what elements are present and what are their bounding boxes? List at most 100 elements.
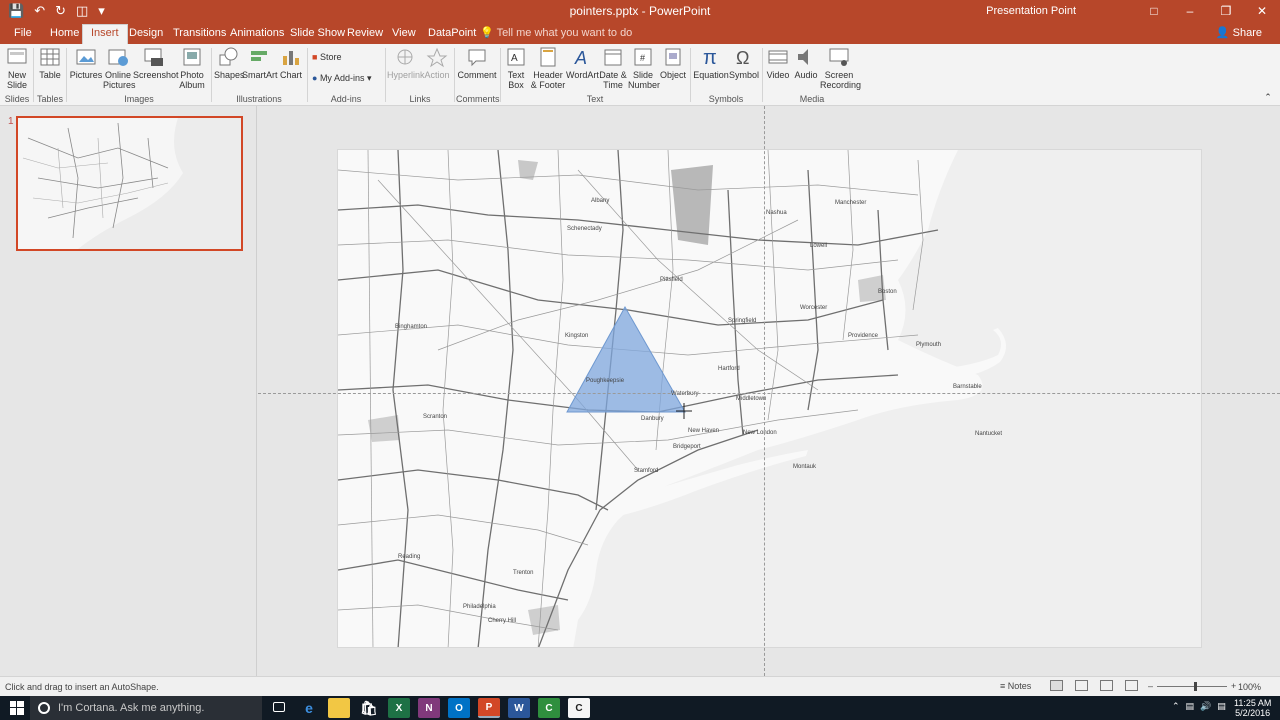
map-label: New London (743, 430, 777, 436)
zoom-slider[interactable]: – + (1148, 681, 1236, 691)
zoom-thumb[interactable] (1194, 681, 1198, 691)
photo-album-button[interactable]: Photo Album (176, 46, 208, 90)
addins-icon: ● (312, 73, 320, 83)
restore-icon[interactable]: ❐ (1208, 4, 1244, 18)
store-button[interactable]: ■ Store (312, 52, 372, 62)
normal-view-icon[interactable] (1050, 680, 1063, 691)
tab-home[interactable]: Home (42, 25, 87, 44)
new-slide-button[interactable]: New Slide (4, 46, 30, 90)
notifications-icon[interactable]: ▤ (1217, 701, 1226, 712)
group-separator (762, 48, 763, 102)
network-icon[interactable]: ▤ (1186, 701, 1195, 712)
table-button[interactable]: Table (37, 46, 63, 80)
zoom-track[interactable] (1157, 681, 1228, 691)
photo-album-label: Photo Album (179, 70, 205, 90)
action-button[interactable]: Action (423, 46, 451, 80)
vertical-guide[interactable] (764, 106, 765, 676)
slide-thumbnail-1[interactable] (16, 116, 243, 251)
slide-show-view-icon[interactable] (1125, 680, 1138, 691)
windows-start-icon[interactable] (10, 701, 24, 718)
minimize-icon[interactable]: – (1172, 4, 1208, 18)
close-icon[interactable]: ✕ (1244, 4, 1280, 18)
action-icon (426, 47, 448, 68)
map-label: Stamford (634, 468, 658, 474)
object-button[interactable]: Object (660, 46, 686, 80)
my-addins-button[interactable]: ● My Add-ins ▾ (312, 73, 382, 83)
horizontal-guide[interactable] (258, 393, 1280, 394)
zoom-level[interactable]: 100% (1238, 682, 1261, 692)
ribbon-display-icon[interactable]: □ (1136, 4, 1172, 18)
file-explorer-icon[interactable] (328, 698, 350, 718)
volume-icon[interactable]: 🔊 (1200, 701, 1211, 712)
edge-icon[interactable]: e (298, 698, 320, 718)
online-pictures-label: Online Pictures (103, 70, 136, 90)
pictures-icon (76, 49, 96, 65)
slide-sorter-view-icon[interactable] (1075, 680, 1088, 691)
header-footer-button[interactable]: Header & Footer (530, 46, 566, 90)
tab-file[interactable]: File (6, 25, 40, 44)
smartart-button[interactable]: SmartArt (242, 46, 278, 80)
table-icon (40, 48, 60, 66)
equation-button[interactable]: π Equation (693, 46, 729, 80)
group-label-addins: Add-ins (330, 94, 362, 104)
store-icon[interactable]: 🛍 (358, 698, 380, 718)
chart-button[interactable]: Chart (278, 46, 304, 80)
group-separator (307, 48, 308, 102)
slide-number-label: Slide Number (628, 70, 661, 90)
symbol-button[interactable]: Ω Symbol (729, 46, 759, 80)
collapse-ribbon-icon[interactable]: ⌃ (1262, 92, 1274, 102)
map-label: Reading (398, 554, 420, 560)
app-icon[interactable]: C (568, 698, 590, 718)
online-pictures-button[interactable]: Online Pictures (103, 46, 136, 90)
zoom-in-icon[interactable]: + (1231, 681, 1236, 691)
tab-view[interactable]: View (384, 25, 424, 44)
table-label: Table (39, 70, 61, 80)
powerpoint-icon[interactable]: P (478, 698, 500, 718)
tab-design[interactable]: Design (121, 25, 171, 44)
wordart-button[interactable]: A WordArt (566, 46, 599, 80)
slide-editing-area[interactable]: Boston Hartford Providence New Haven Wor… (258, 106, 1280, 676)
share-button[interactable]: 👤 Share (1216, 26, 1262, 39)
text-box-button[interactable]: A Text Box (503, 46, 529, 90)
taskbar-clock[interactable]: 11:25 AM 5/2/2016 (1234, 698, 1271, 718)
omega-icon: Ω (736, 48, 749, 68)
screenshot-button[interactable]: Screenshot (133, 46, 179, 80)
wordart-label: WordArt (566, 70, 599, 80)
date-time-button[interactable]: Date & Time (598, 46, 628, 90)
map-label: Binghamton (395, 324, 427, 330)
status-bar: Click and drag to insert an AutoShape. ≡… (0, 676, 1280, 696)
word-icon[interactable]: W (508, 698, 530, 718)
speaker-icon (798, 49, 808, 65)
screen-recording-button[interactable]: Screen Recording (820, 46, 861, 90)
hyperlink-button[interactable]: Hyperlink (387, 46, 425, 80)
slide-canvas[interactable]: Boston Hartford Providence New Haven Wor… (337, 149, 1202, 648)
outlook-icon[interactable]: O (448, 698, 470, 718)
screenshot-label: Screenshot (133, 70, 179, 80)
pictures-button[interactable]: Pictures (69, 46, 103, 80)
chevron-up-icon[interactable]: ⌃ (1172, 701, 1180, 712)
group-separator (454, 48, 455, 102)
tell-me-box[interactable]: 💡 Tell me what you want to do (480, 26, 632, 39)
text-box-icon: A (507, 48, 525, 66)
reading-view-icon[interactable] (1100, 680, 1113, 691)
zoom-out-icon[interactable]: – (1148, 681, 1153, 691)
header-footer-label: Header & Footer (530, 70, 566, 90)
notes-button[interactable]: ≡ Notes (1000, 681, 1031, 691)
group-label-images: Images (124, 94, 154, 104)
cortana-search-box[interactable]: I'm Cortana. Ask me anything. (30, 696, 262, 720)
store-label: Store (319, 52, 342, 62)
onenote-icon[interactable]: N (418, 698, 440, 718)
chart-label: Chart (279, 70, 302, 80)
excel-icon[interactable]: X (388, 698, 410, 718)
map-label: Albany (591, 198, 609, 204)
camtasia-icon[interactable]: C (538, 698, 560, 718)
audio-button[interactable]: Audio (793, 46, 819, 80)
slide-number-button[interactable]: # Slide Number (628, 46, 661, 90)
comment-button[interactable]: Comment (457, 46, 497, 80)
task-view-icon[interactable] (273, 702, 285, 712)
video-button[interactable]: Video (765, 46, 791, 80)
tab-datapoint[interactable]: DataPoint (420, 25, 484, 44)
map-label: Worcester (800, 305, 827, 311)
map-label: Trenton (513, 570, 533, 576)
shapes-button[interactable]: Shapes (214, 46, 245, 80)
